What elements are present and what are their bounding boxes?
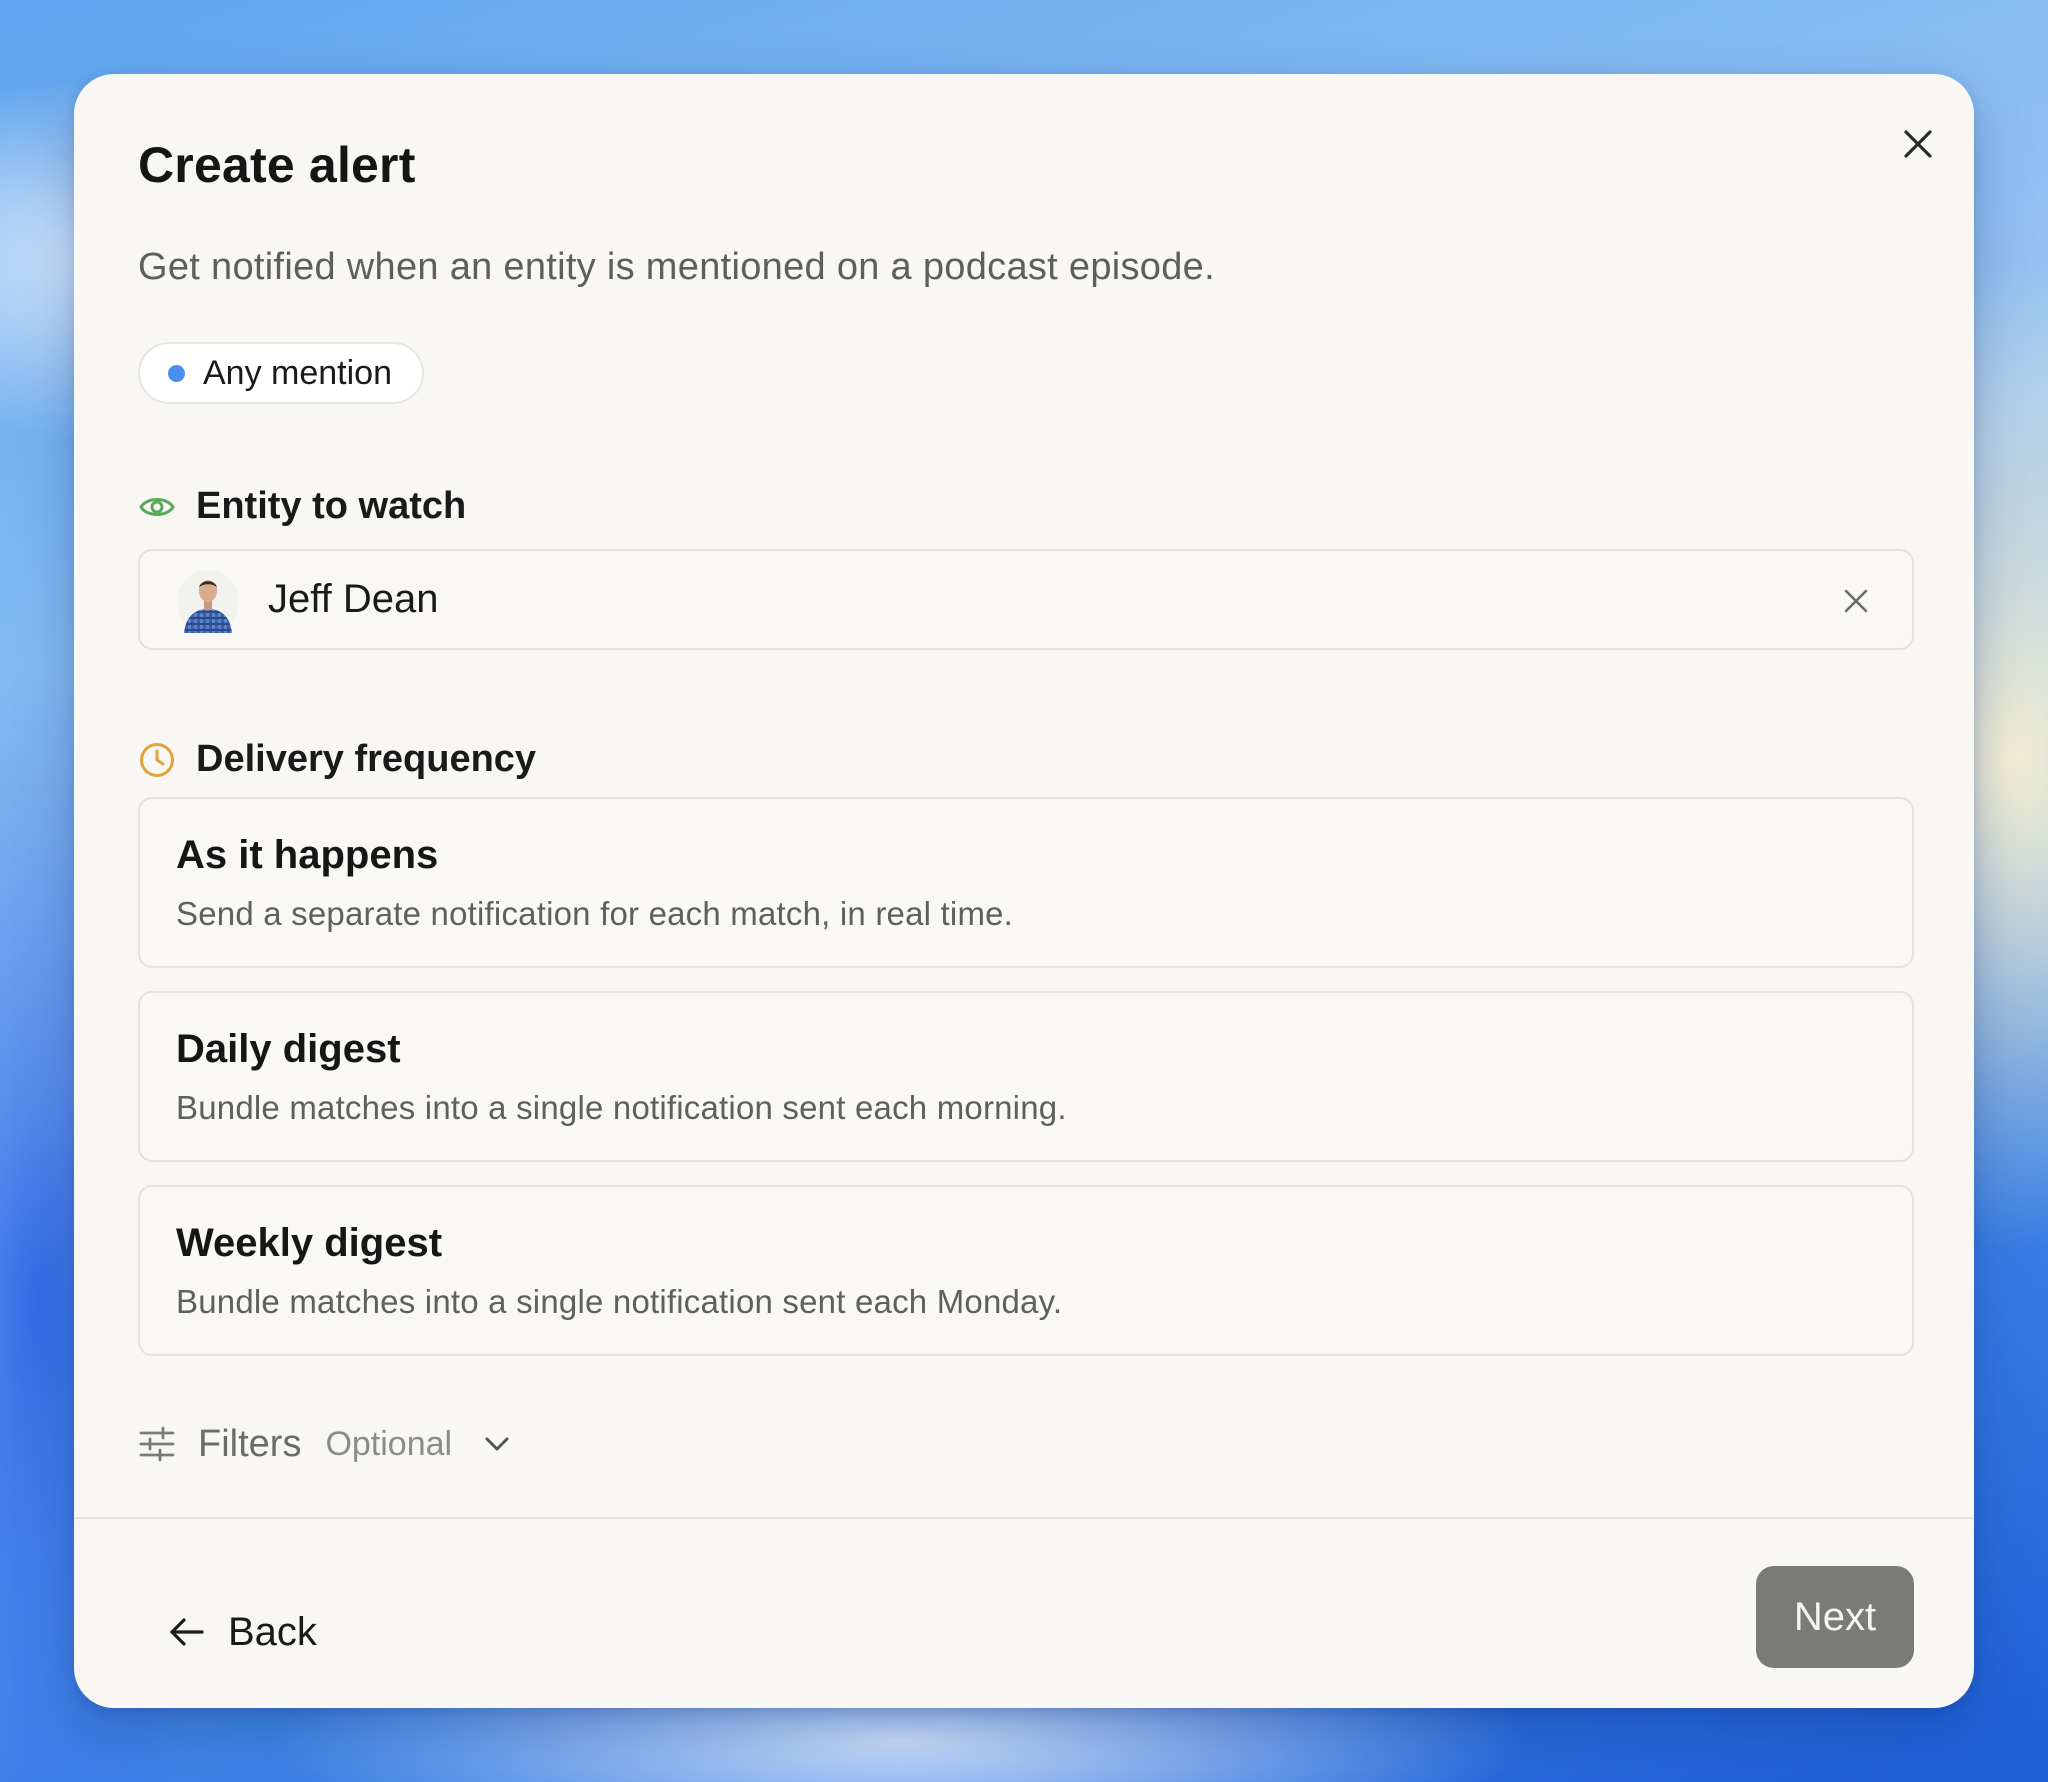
filters-toggle[interactable]: Filters Optional bbox=[138, 1412, 514, 1476]
option-title: Weekly digest bbox=[176, 1221, 443, 1265]
dialog-subtitle: Get notified when an entity is mentioned… bbox=[138, 246, 1215, 288]
option-description: Send a separate notification for each ma… bbox=[176, 895, 1014, 932]
footer-divider bbox=[74, 1517, 1974, 1519]
status-dot-icon bbox=[168, 364, 185, 382]
sliders-icon bbox=[138, 1425, 176, 1463]
entity-section-label: Entity to watch bbox=[196, 485, 467, 527]
frequency-option-daily-digest[interactable]: Daily digest Bundle matches into a singl… bbox=[138, 991, 1914, 1162]
frequency-section-label: Delivery frequency bbox=[196, 738, 537, 780]
option-description: Bundle matches into a single notificatio… bbox=[176, 1283, 1063, 1320]
frequency-section-heading: Delivery frequency bbox=[138, 738, 536, 781]
close-icon bbox=[1901, 127, 1935, 161]
create-alert-dialog: Create alert Get notified when an entity… bbox=[74, 74, 1974, 1708]
mention-mode-label: Any mention bbox=[203, 353, 392, 392]
clock-icon bbox=[138, 741, 176, 779]
back-label: Back bbox=[228, 1609, 317, 1654]
next-button[interactable]: Next bbox=[1756, 1566, 1914, 1668]
clear-entity-button[interactable] bbox=[1832, 577, 1880, 625]
option-description: Bundle matches into a single notificatio… bbox=[176, 1089, 1067, 1126]
filters-optional-label: Optional bbox=[325, 1424, 453, 1463]
avatar bbox=[176, 569, 240, 633]
option-title: As it happens bbox=[176, 833, 439, 877]
dialog-title: Create alert bbox=[138, 137, 416, 193]
chevron-down-icon bbox=[480, 1427, 514, 1461]
eye-icon bbox=[138, 488, 176, 526]
entity-field[interactable]: Jeff Dean bbox=[138, 549, 1914, 650]
back-button[interactable]: Back bbox=[168, 1592, 317, 1672]
arrow-left-icon bbox=[168, 1613, 206, 1651]
filters-label: Filters bbox=[198, 1422, 302, 1465]
entity-section-heading: Entity to watch bbox=[138, 485, 466, 528]
frequency-option-as-it-happens[interactable]: As it happens Send a separate notificati… bbox=[138, 797, 1914, 968]
option-title: Daily digest bbox=[176, 1027, 401, 1071]
clear-icon bbox=[1842, 587, 1870, 615]
entity-name: Jeff Dean bbox=[268, 577, 439, 621]
close-button[interactable] bbox=[1890, 116, 1946, 172]
frequency-option-weekly-digest[interactable]: Weekly digest Bundle matches into a sing… bbox=[138, 1185, 1914, 1356]
mention-mode-pill[interactable]: Any mention bbox=[138, 342, 424, 404]
